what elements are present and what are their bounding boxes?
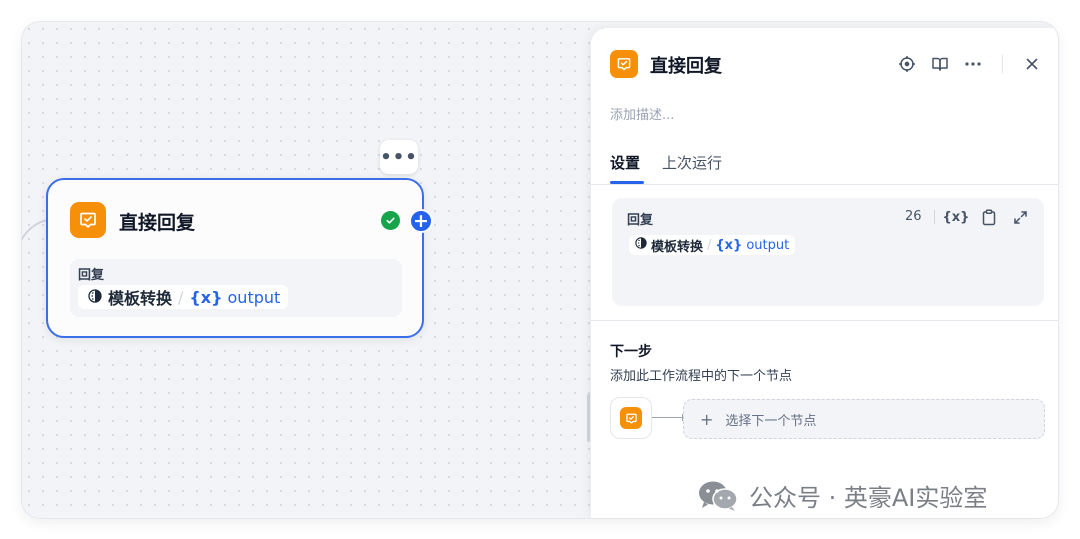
node-more-button[interactable]: ••• xyxy=(380,140,418,174)
template-transform-icon xyxy=(635,237,647,253)
variable-icon: {x} xyxy=(189,287,223,307)
workflow-editor: ••• 直接回复 + 回复 模板转换 / {x} output 直接回复 添加描… xyxy=(22,22,1058,518)
close-icon[interactable] xyxy=(1022,54,1042,74)
locate-node-icon[interactable] xyxy=(897,54,917,74)
template-transform-icon xyxy=(88,288,102,307)
panel-title: 直接回复 xyxy=(650,56,722,77)
char-count: 26 xyxy=(905,209,922,224)
description-input[interactable]: 添加描述... xyxy=(610,104,674,123)
node-reply-label: 回复 xyxy=(78,268,105,283)
plus-icon: + xyxy=(700,409,714,429)
node-settings-panel: 直接回复 添加描述... 设置 上次运行 回复 26 {x} 模板转换 / {x… xyxy=(591,28,1058,518)
add-next-node-button[interactable]: + xyxy=(409,209,433,233)
variable-name: output xyxy=(227,287,281,307)
variable-node-name: 模板转换 xyxy=(108,289,173,308)
node-reply-preview: 回复 模板转换 / {x} output xyxy=(70,259,402,317)
reply-icon xyxy=(70,202,106,238)
variable-node-name: 模板转换 xyxy=(651,239,704,255)
toolbar-divider xyxy=(1002,55,1003,73)
next-step-connector xyxy=(652,414,683,421)
insert-variable-icon[interactable]: {x} xyxy=(943,207,970,227)
reply-toolbar-divider xyxy=(934,210,935,224)
select-next-node-label: 选择下一个节点 xyxy=(725,413,817,429)
variable-icon: {x} xyxy=(715,237,743,253)
tab-last-run[interactable]: 上次运行 xyxy=(662,152,722,173)
book-icon[interactable] xyxy=(930,54,950,74)
variable-name: output xyxy=(746,237,790,253)
direct-reply-node[interactable]: 直接回复 + 回复 模板转换 / {x} output xyxy=(46,178,433,338)
variable-pill: 模板转换 / {x} output xyxy=(629,235,796,255)
section-divider xyxy=(591,320,1058,321)
variable-separator: / xyxy=(178,287,184,307)
next-step-description: 添加此工作流程中的下一个节点 xyxy=(610,369,793,384)
reply-label: 回复 xyxy=(627,213,654,228)
tab-settings[interactable]: 设置 xyxy=(610,152,640,173)
node-title: 直接回复 xyxy=(119,212,196,234)
reply-icon xyxy=(610,50,638,78)
tab-divider xyxy=(591,184,1058,185)
variable-pill: 模板转换 / {x} output xyxy=(78,285,289,309)
success-check-icon xyxy=(381,211,400,230)
expand-icon[interactable] xyxy=(1010,207,1030,227)
variable-separator: / xyxy=(707,237,712,253)
reply-icon xyxy=(620,407,642,429)
wechat-icon xyxy=(697,480,739,512)
panel-resize-handle[interactable] xyxy=(587,394,590,442)
watermark: 公众号 · 英豪AI实验室 xyxy=(697,478,987,513)
select-next-node-button[interactable]: + 选择下一个节点 xyxy=(683,399,1045,439)
current-node-chip xyxy=(610,397,652,439)
reply-editor[interactable]: 回复 26 {x} 模板转换 / {x} output xyxy=(612,198,1044,306)
clipboard-icon[interactable] xyxy=(979,207,999,227)
watermark-text: 公众号 · 英豪AI实验室 xyxy=(749,484,988,512)
next-step-title: 下一步 xyxy=(610,344,652,360)
more-icon[interactable] xyxy=(963,54,983,74)
